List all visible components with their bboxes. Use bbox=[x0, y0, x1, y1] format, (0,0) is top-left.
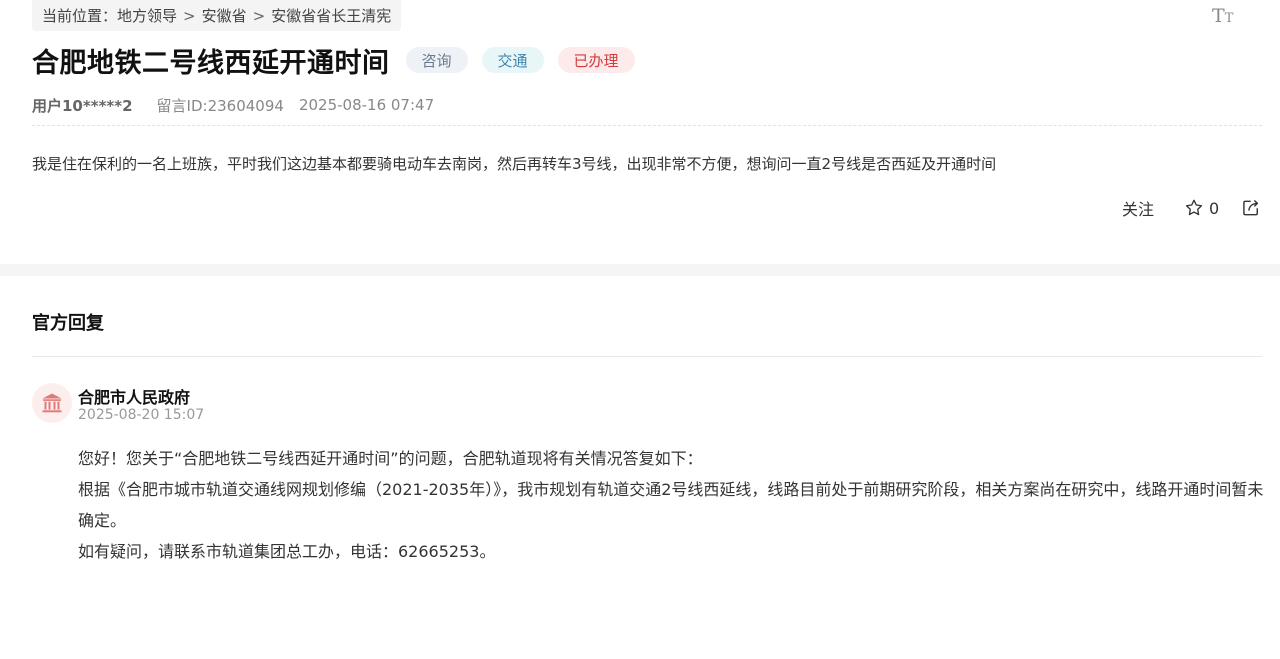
action-bar: 关注 0 bbox=[1122, 196, 1261, 220]
post-time: 2025-08-16 07:47 bbox=[298, 96, 435, 114]
section-separator bbox=[0, 264, 1280, 276]
reply-paragraph: 您好！您关于“合肥地铁二号线西延开通时间”的问题，合肥轨道现将有关情况答复如下： bbox=[78, 449, 703, 468]
favorite-button[interactable]: 0 bbox=[1184, 198, 1219, 218]
reply-heading: 官方回复 bbox=[32, 313, 104, 334]
breadcrumb-separator: > bbox=[183, 6, 196, 25]
question-card: 当前位置： 地方领导 > 安徽省 > 安徽省省长王清宪 TT 合肥地铁二号线西延… bbox=[0, 0, 1280, 264]
page-title: 合肥地铁二号线西延开通时间 bbox=[32, 47, 390, 79]
breadcrumb-item-local-leaders[interactable]: 地方领导 bbox=[117, 5, 177, 26]
share-button[interactable] bbox=[1241, 198, 1261, 218]
reply-time: 2025-08-20 15:07 bbox=[78, 407, 205, 423]
font-size-small-t: T bbox=[1224, 11, 1234, 26]
tag-traffic: 交通 bbox=[481, 47, 544, 73]
divider bbox=[32, 356, 1262, 357]
breadcrumb: 当前位置： 地方领导 > 安徽省 > 安徽省省长王清宪 bbox=[32, 0, 402, 31]
user-name: 用户10*****2 bbox=[32, 96, 133, 115]
star-icon bbox=[1185, 199, 1203, 216]
meta-row: 用户10*****2 留言ID:23604094 2025-08-16 07:4… bbox=[32, 94, 434, 116]
avatar bbox=[32, 383, 72, 423]
title-row: 合肥地铁二号线西延开通时间 咨询 交通 已办理 bbox=[32, 41, 635, 79]
breadcrumb-item-governor[interactable]: 安徽省省长王清宪 bbox=[271, 5, 391, 26]
breadcrumb-separator: > bbox=[252, 6, 266, 25]
message-id: 留言ID:23604094 bbox=[156, 96, 284, 115]
tag-consult: 咨询 bbox=[405, 47, 468, 73]
favorite-count: 0 bbox=[1209, 198, 1220, 218]
question-content: 我是住在保利的一名上班族，平时我们这边基本都要骑电动车去南岗，然后再转车3号线，… bbox=[32, 155, 997, 173]
org-name: 合肥市人民政府 bbox=[78, 388, 191, 407]
follow-button[interactable]: 关注 bbox=[1122, 196, 1154, 220]
font-size-icon[interactable]: TT bbox=[1212, 6, 1236, 26]
official-reply-card: 官方回复 合肥市人民政府 2025-08-20 15:07 您好！您关于“合肥地… bbox=[0, 276, 1280, 659]
breadcrumb-item-anhui[interactable]: 安徽省 bbox=[202, 5, 247, 26]
government-building-icon bbox=[42, 393, 62, 413]
breadcrumb-prefix: 当前位置： bbox=[42, 7, 118, 25]
reply-paragraph: 根据《合肥市城市轨道交通线网规划修编（2021-2035年）》，我市规划有轨道交… bbox=[78, 480, 1264, 530]
reply-content: 您好！您关于“合肥地铁二号线西延开通时间”的问题，合肥轨道现将有关情况答复如下：… bbox=[78, 443, 1268, 567]
divider bbox=[32, 125, 1262, 126]
share-icon bbox=[1243, 200, 1259, 216]
status-badge: 已办理 bbox=[557, 47, 635, 73]
reply-paragraph: 如有疑问，请联系市轨道集团总工办，电话：62665253。 bbox=[78, 542, 496, 561]
font-size-big-t: T bbox=[1212, 5, 1225, 27]
